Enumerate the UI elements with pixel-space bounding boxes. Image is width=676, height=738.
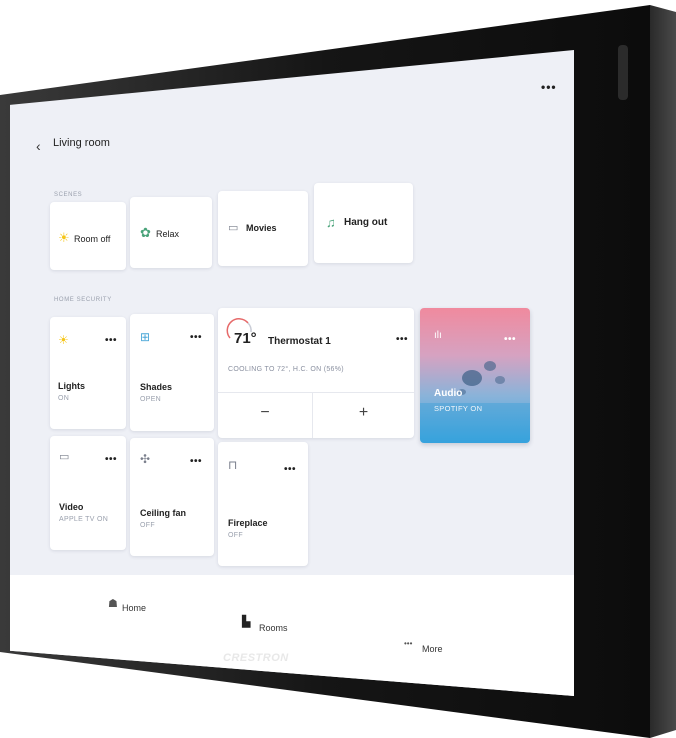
tv-icon: ▭ bbox=[59, 451, 70, 463]
tile-options-button[interactable]: ••• bbox=[190, 456, 202, 467]
tile-status: OPEN bbox=[140, 396, 162, 403]
scene-relax[interactable]: ✿ Relax bbox=[130, 197, 212, 268]
more-dots-icon: ••• bbox=[404, 639, 413, 648]
sun-icon: ☀ bbox=[58, 333, 69, 347]
audio-artwork bbox=[420, 361, 530, 443]
tile-ceiling-fan[interactable]: ✣ ••• Ceiling fan OFF bbox=[130, 438, 214, 556]
fireplace-icon: ⊓ bbox=[228, 458, 238, 472]
thermostat-status: COOLING TO 72°, H.C. ON (56%) bbox=[228, 366, 344, 373]
tile-title: Ceiling fan bbox=[140, 508, 187, 518]
leaf-icon: ✿ bbox=[140, 225, 151, 240]
fan-icon: ✣ bbox=[140, 452, 151, 466]
scene-room-off[interactable]: ☀ Room off bbox=[50, 202, 126, 270]
shades-icon: ⊞ bbox=[140, 330, 151, 344]
scene-label: Hang out bbox=[344, 217, 388, 228]
scene-label: Room off bbox=[74, 234, 111, 244]
divider bbox=[218, 392, 414, 393]
rooms-icon: ▙ bbox=[242, 616, 251, 628]
nav-home[interactable]: Home bbox=[122, 603, 146, 613]
screen-icon: ▭ bbox=[228, 222, 239, 234]
tile-title: Video bbox=[59, 502, 84, 512]
equalizer-icon: ılı bbox=[434, 330, 442, 341]
audio-status: SPOTIFY ON bbox=[434, 404, 483, 413]
thermostat-name: Thermostat 1 bbox=[268, 336, 331, 347]
tile-shades[interactable]: ⊞ ••• Shades OPEN bbox=[130, 314, 214, 431]
touch-panel-device: ‹ Living room ••• SCENES ☀ Room off ✿ Re… bbox=[0, 0, 676, 738]
back-chevron-icon[interactable]: ‹ bbox=[36, 138, 41, 154]
tile-video[interactable]: ▭ ••• Video APPLE TV ON bbox=[50, 436, 126, 550]
tile-options-button[interactable]: ••• bbox=[284, 464, 296, 475]
tile-status: ON bbox=[58, 395, 70, 402]
page-title: Living room bbox=[53, 137, 110, 149]
scenes-section-label: SCENES bbox=[54, 192, 83, 198]
audio-card[interactable]: ılı ••• Audio SPOTIFY ON bbox=[420, 308, 530, 443]
tile-status: OFF bbox=[228, 532, 243, 539]
thermostat-options-button[interactable]: ••• bbox=[396, 334, 408, 345]
thermostat-decrease-button[interactable]: − bbox=[218, 404, 312, 422]
thermostat-temperature: 71° bbox=[234, 330, 257, 347]
home-icon: ☗ bbox=[108, 598, 118, 610]
audio-title: Audio bbox=[434, 388, 463, 399]
tile-fireplace[interactable]: ⊓ ••• Fireplace OFF bbox=[218, 442, 308, 566]
tile-options-button[interactable]: ••• bbox=[190, 332, 202, 343]
scene-label: Relax bbox=[156, 229, 180, 239]
tile-title: Fireplace bbox=[228, 518, 268, 528]
sun-icon: ☀ bbox=[58, 230, 70, 245]
scene-hang-out[interactable]: ♫ Hang out bbox=[314, 183, 413, 263]
more-menu-button[interactable]: ••• bbox=[541, 80, 557, 94]
brand-logo: CRESTRON bbox=[223, 652, 289, 664]
music-icon: ♫ bbox=[326, 215, 336, 230]
tile-options-button[interactable]: ••• bbox=[105, 335, 117, 346]
tile-status: APPLE TV ON bbox=[59, 516, 109, 523]
tile-options-button[interactable]: ••• bbox=[105, 454, 117, 465]
tile-status: OFF bbox=[140, 522, 155, 529]
home-security-section-label: HOME SECURITY bbox=[54, 297, 112, 303]
thermostat-card[interactable]: 71° Thermostat 1 ••• COOLING TO 72°, H.C… bbox=[218, 308, 414, 438]
scene-movies[interactable]: ▭ Movies bbox=[218, 191, 308, 266]
tile-title: Shades bbox=[140, 382, 173, 392]
nav-rooms[interactable]: Rooms bbox=[259, 623, 288, 633]
thermostat-increase-button[interactable]: + bbox=[313, 404, 414, 422]
audio-options-button[interactable]: ••• bbox=[504, 334, 516, 345]
touch-screen: ‹ Living room ••• SCENES ☀ Room off ✿ Re… bbox=[10, 50, 574, 696]
scene-label: Movies bbox=[246, 223, 277, 233]
nav-more[interactable]: More bbox=[422, 644, 443, 654]
tile-lights[interactable]: ☀ ••• Lights ON bbox=[50, 317, 126, 429]
tile-title: Lights bbox=[58, 381, 85, 391]
